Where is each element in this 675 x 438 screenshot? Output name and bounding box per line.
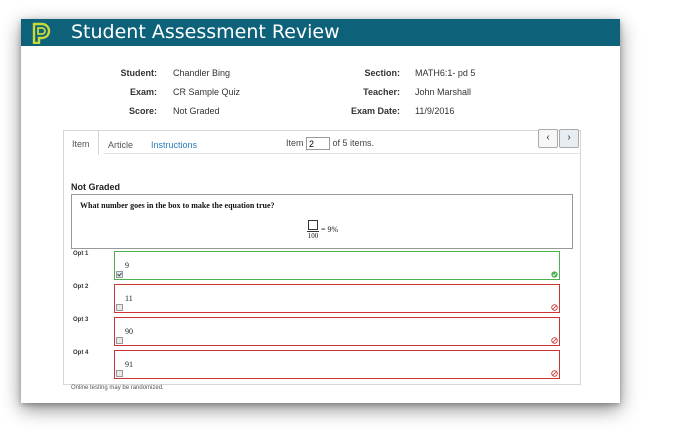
option-3[interactable]: 90 [114, 317, 560, 346]
check-circle-icon [551, 271, 558, 278]
tab-item[interactable]: Item [63, 130, 99, 155]
option-checkbox[interactable] [116, 304, 123, 311]
tab-article[interactable]: Article [108, 140, 133, 150]
option-checkbox[interactable] [116, 370, 123, 377]
page-title: Student Assessment Review [71, 21, 340, 43]
no-entry-icon [551, 370, 558, 377]
equation-rest: = 9% [321, 225, 339, 234]
previous-item-button[interactable]: ‹ [538, 129, 558, 148]
option-value: 11 [125, 294, 133, 303]
tab-instructions[interactable]: Instructions [151, 140, 197, 150]
fraction: 100 [307, 220, 319, 240]
option-1[interactable]: 9 [114, 251, 560, 280]
item-number-input[interactable] [306, 137, 331, 150]
no-entry-icon [551, 337, 558, 344]
exam-value: CR Sample Quiz [173, 87, 241, 97]
section-value: MATH6:1- pd 5 [415, 68, 476, 78]
score-value: Not Graded [173, 106, 220, 116]
section-label: Section: [364, 68, 400, 78]
item-nav-prefix: Item [286, 137, 304, 148]
tab-divider [104, 153, 580, 154]
exam-date-value: 11/9/2016 [415, 106, 455, 116]
item-navigator: Item of 5 items. [286, 137, 374, 150]
option-4[interactable]: 91 [114, 350, 560, 379]
exam-label: Exam: [129, 87, 157, 97]
answer-box [308, 220, 318, 230]
no-entry-icon [551, 304, 558, 311]
teacher-value: John Marshall [415, 87, 472, 97]
score-label: Score: [128, 106, 157, 116]
option-2[interactable]: 11 [114, 284, 560, 313]
option-checkbox[interactable] [116, 337, 123, 344]
assessment-card: Student Assessment Review Student: Chand… [21, 19, 620, 403]
fraction-denominator: 100 [307, 232, 319, 240]
option-value: 9 [125, 261, 129, 270]
option-checkbox-checked[interactable] [116, 271, 123, 278]
option-label-1: Opt 1 [73, 251, 89, 257]
option-value: 90 [125, 327, 133, 336]
teacher-label: Teacher: [363, 87, 400, 97]
grading-status: Not Graded [71, 182, 121, 192]
exam-date-label: Exam Date: [350, 106, 400, 116]
question-box: What number goes in the box to make the … [71, 194, 573, 249]
item-panel: Item Article Instructions Item of 5 item… [63, 129, 581, 391]
randomization-note: Online testing may be randomized. [71, 385, 164, 391]
option-label-2: Opt 2 [73, 284, 89, 290]
option-value: 91 [125, 360, 133, 369]
item-nav-suffix: of 5 items. [332, 137, 375, 148]
powerschool-logo-icon [32, 22, 51, 44]
next-item-button[interactable]: › [559, 129, 579, 148]
option-label-4: Opt 4 [73, 350, 89, 356]
question-text: What number goes in the box to make the … [80, 201, 275, 210]
student-label: Student: [120, 68, 158, 78]
student-value: Chandler Bing [173, 68, 231, 78]
option-label-3: Opt 3 [73, 317, 89, 323]
header-bar: Student Assessment Review [21, 19, 620, 46]
